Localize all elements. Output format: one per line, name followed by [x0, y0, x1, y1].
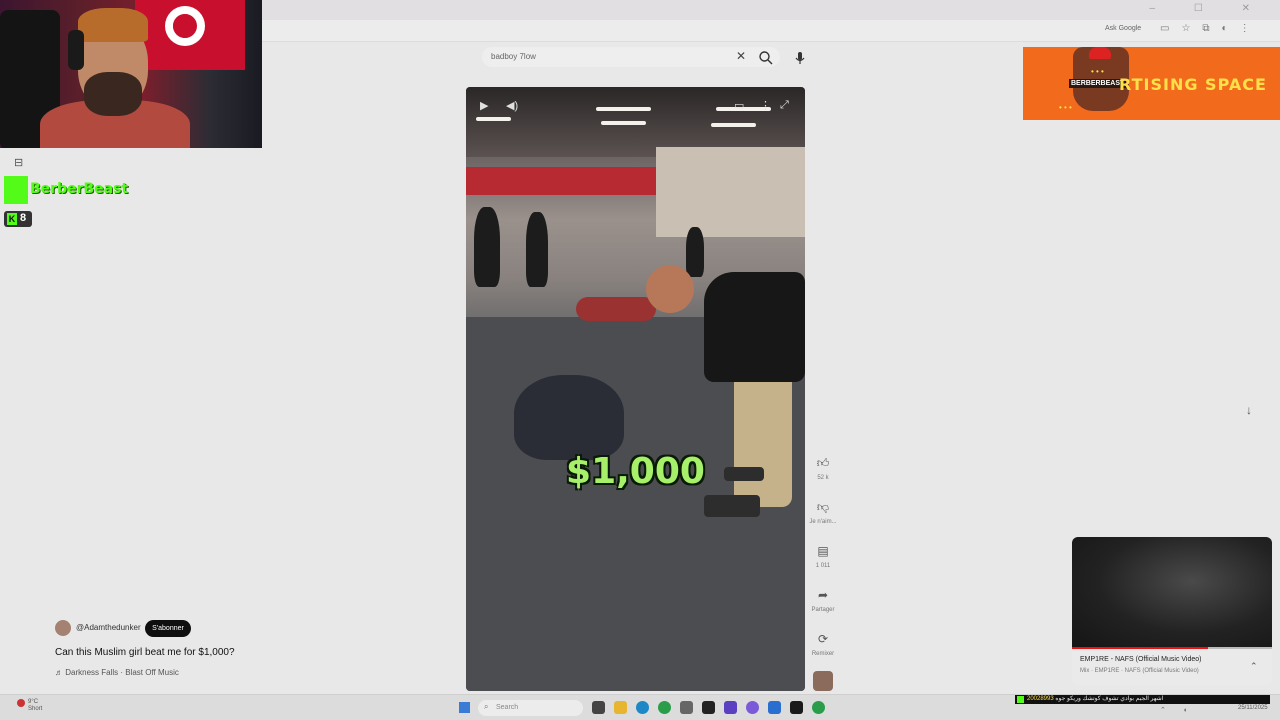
background-person [526, 212, 548, 287]
search-icon: ⌕ [484, 702, 489, 711]
mini-player-video[interactable] [1072, 537, 1272, 648]
edge-icon[interactable] [636, 701, 649, 714]
headphones [68, 30, 84, 70]
thumbs-up-icon: 👍︎ [816, 456, 830, 470]
toolbar-icons[interactable]: ▭☆⧉◐⋮ [1160, 23, 1262, 34]
gym-banner [466, 167, 656, 195]
share-label: Partager [811, 607, 835, 613]
woman-pushup [514, 375, 624, 460]
app-icon[interactable] [680, 701, 693, 714]
like-count: 52 k [817, 475, 829, 481]
share-icon: ➦ [817, 588, 829, 602]
dislike-label: Je n'aim... [809, 519, 837, 525]
dislike-button[interactable]: 👎︎ Je n'aim... [806, 500, 840, 525]
search-icon[interactable] [757, 49, 775, 67]
ad-dots: • • • [1091, 67, 1104, 76]
money-overlay-text: $1,000 [566, 451, 705, 492]
kick-logo-icon [4, 176, 28, 204]
mascot-hat [1089, 47, 1111, 59]
mic-icon[interactable] [791, 49, 809, 67]
avatar[interactable] [55, 620, 71, 636]
mini-player-subtitle: Mix · EMP1RE · NAFS (Official Music Vide… [1080, 668, 1199, 674]
volume-icon[interactable]: ◀) [506, 99, 518, 112]
system-tray[interactable]: ⌃ ◐ [1160, 706, 1196, 714]
ad-text: RTISING SPACE [1119, 75, 1267, 94]
task-view-icon[interactable] [592, 701, 605, 714]
app-icon[interactable] [768, 701, 781, 714]
ticker-text: اشهر الجيم بوادي تشوف كوتشك وريكو جوه [1055, 696, 1164, 702]
streamer-beard [84, 72, 142, 116]
fullscreen-icon[interactable]: ⤢ [780, 99, 789, 112]
arrow-down-icon[interactable]: ↓ [1246, 403, 1252, 417]
gym-wall [656, 147, 805, 237]
windows-taskbar: 9°C Short ⌕ Search 20028993 اشهر الجيم ب… [0, 694, 1280, 720]
remix-label: Remixer [811, 651, 835, 657]
chrome-icon[interactable] [658, 701, 671, 714]
discord-icon[interactable] [746, 701, 759, 714]
close-icon[interactable]: ✕ [736, 49, 746, 63]
ask-google-button[interactable]: Ask Google [1105, 25, 1141, 32]
music-credit[interactable]: ♬ Darkness Falls · Blast Off Music [55, 668, 179, 677]
kick-icon: K [7, 213, 17, 225]
remix-button[interactable]: ⟳ Remixer [806, 632, 840, 657]
ceiling-light [596, 107, 651, 111]
ceiling-light [476, 117, 511, 121]
like-button[interactable]: 👍︎ 52 k [806, 456, 840, 481]
viewer-count-badge: K 8 [4, 211, 32, 227]
shoe [704, 495, 760, 517]
streamer-beanie [78, 8, 148, 42]
weather-temp: 9°C [28, 699, 39, 705]
archive-icon[interactable]: ⊟ [14, 156, 23, 169]
mini-progress-bar[interactable] [1072, 647, 1208, 649]
search-input[interactable]: badboy 7low ✕ [482, 47, 780, 67]
subscribe-button[interactable]: S'abonner [145, 620, 191, 637]
app-icon[interactable] [790, 701, 803, 714]
taskbar-search[interactable]: ⌕ Search [478, 700, 583, 716]
stream-ticker: 20028993 اشهر الجيم بوادي تشوف كوتشك وري… [1015, 695, 1270, 704]
viewer-count: 8 [20, 212, 27, 224]
window-controls[interactable]: – ☐ ✕ [1150, 3, 1268, 14]
kick-icon [1017, 696, 1024, 703]
weather-widget[interactable]: 9°C Short [18, 699, 42, 713]
video-title: Can this Muslim girl beat me for $1,000? [55, 647, 235, 658]
mini-player[interactable]: EMP1RE - NAFS (Official Music Video) Mix… [1072, 537, 1272, 685]
mini-player-title: EMP1RE - NAFS (Official Music Video) [1080, 656, 1202, 663]
ceiling-light [711, 123, 756, 127]
thumbs-down-icon: 👎︎ [816, 500, 830, 514]
background-person [686, 227, 704, 277]
channel-avatar-small[interactable] [813, 671, 833, 691]
share-button[interactable]: ➦ Partager [806, 588, 840, 613]
ceiling-light [601, 121, 646, 125]
app-icon[interactable] [724, 701, 737, 714]
background-person [474, 207, 500, 287]
channel-handle[interactable]: @Adamthedunker [76, 623, 141, 632]
weather-desc: Short [28, 706, 43, 712]
kick-channel-name: BerberBeast [30, 181, 129, 197]
background-person [576, 297, 656, 321]
captions-icon[interactable]: ▭ [734, 99, 744, 112]
comments-count: 1 011 [815, 563, 831, 569]
advertising-banner: BERBERBEAST RTISING SPACE • • • • • • [1023, 47, 1280, 120]
windows-start-icon[interactable] [459, 702, 470, 713]
remix-icon: ⟳ [817, 632, 829, 646]
ad-logo-label: BERBERBEAST [1069, 79, 1127, 88]
search-query: badboy 7low [491, 52, 536, 61]
webcam-overlay [0, 0, 262, 148]
app-icon[interactable] [702, 701, 715, 714]
man-shirt [704, 272, 805, 382]
chevron-up-icon[interactable]: ⌃ [1250, 661, 1258, 672]
flag-crescent [173, 14, 197, 38]
app-icon[interactable] [812, 701, 825, 714]
comments-button[interactable]: ▤ 1 011 [806, 544, 840, 569]
man-head [646, 265, 694, 313]
file-explorer-icon[interactable] [614, 701, 627, 714]
more-icon[interactable]: ⋮ [760, 99, 771, 112]
taskbar-search-label: Search [496, 704, 519, 711]
short-video[interactable]: $1,000 ▶ ◀) ▭ ⋮ ⤢ [466, 87, 805, 691]
ticker-number: 20028993 [1027, 696, 1054, 702]
taskbar-date[interactable]: 25/11/2025 [1238, 705, 1268, 711]
play-icon[interactable]: ▶ [480, 99, 488, 112]
ad-dots: • • • [1059, 103, 1072, 112]
comment-icon: ▤ [817, 544, 829, 558]
